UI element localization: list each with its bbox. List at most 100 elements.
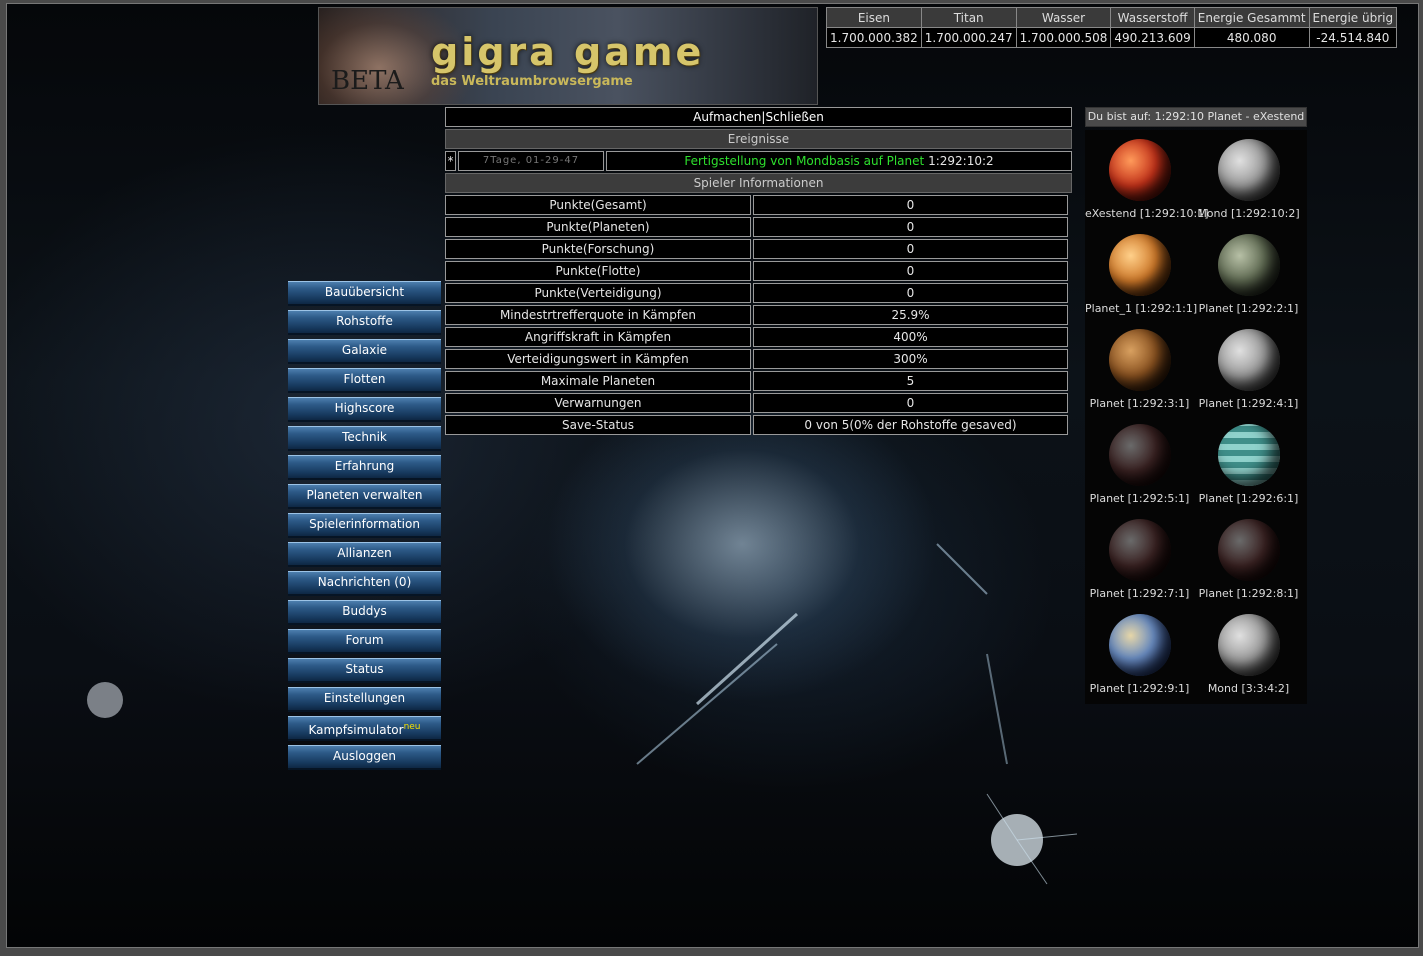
nav-item-nachrichten-0[interactable]: Nachrichten (0): [288, 571, 441, 596]
info-label: Verteidigungswert in Kämpfen: [445, 349, 751, 369]
nav-item-flotten[interactable]: Flotten: [288, 368, 441, 393]
planet-item[interactable]: Planet [1:292:2:1]: [1194, 229, 1303, 324]
nav-item-planeten-verwalten[interactable]: Planeten verwalten: [288, 484, 441, 509]
planet-panel: Du bist auf: 1:292:10 Planet - eXestend …: [1085, 107, 1307, 704]
event-message: Fertigstellung von Mondbasis auf Planet …: [606, 151, 1072, 171]
planet-label: Mond [1:292:10:2]: [1197, 207, 1300, 220]
nav-item-buddys[interactable]: Buddys: [288, 600, 441, 625]
planet-item[interactable]: Planet [1:292:5:1]: [1085, 419, 1194, 514]
nav-item-label: Status: [345, 662, 384, 676]
nav-item-highscore[interactable]: Highscore: [288, 397, 441, 422]
info-value: 0: [753, 283, 1068, 303]
nav-item-galaxie[interactable]: Galaxie: [288, 339, 441, 364]
nav-item-erfahrung[interactable]: Erfahrung: [288, 455, 441, 480]
info-label: Maximale Planeten: [445, 371, 751, 391]
player-info-header: Spieler Informationen: [445, 173, 1072, 193]
info-value: 300%: [753, 349, 1068, 369]
nav-item-spielerinformation[interactable]: Spielerinformation: [288, 513, 441, 538]
event-marker: *: [445, 151, 456, 171]
nav-item-label: Galaxie: [341, 343, 388, 357]
info-value: 0 von 5(0% der Rohstoffe gesaved): [753, 415, 1068, 435]
nav-item-rohstoffe[interactable]: Rohstoffe: [288, 310, 441, 335]
res-header-titan: Titan: [920, 7, 1017, 28]
open-events-link[interactable]: Aufmachen: [693, 110, 761, 124]
planet-label: Planet [1:292:3:1]: [1089, 397, 1190, 410]
nav-item-kampfsimulator[interactable]: Kampfsimulatorneu: [288, 716, 441, 741]
table-row: Save-Status 0 von 5(0% der Rohstoffe gesa…: [445, 415, 1068, 435]
current-location: Du bist auf: 1:292:10 Planet - eXestend: [1085, 107, 1307, 127]
res-value-wasserstoff: 490.213.609: [1110, 27, 1195, 48]
info-value: 400%: [753, 327, 1068, 347]
events-header: Ereignisse: [445, 129, 1072, 149]
planet-item[interactable]: eXestend [1:292:10:1]: [1085, 134, 1209, 229]
planet-icon: [1217, 424, 1280, 486]
planet-item[interactable]: Planet [1:292:6:1]: [1194, 419, 1303, 514]
table-row: Verwarnungen 0: [445, 393, 1068, 413]
events-toggle-bar: Aufmachen|Schließen: [445, 107, 1072, 127]
moon-icon: [1217, 139, 1280, 201]
nav-item-forum[interactable]: Forum: [288, 629, 441, 654]
nav-item-label: Bauübersicht: [324, 285, 405, 299]
info-value: 0: [753, 393, 1068, 413]
planet-item[interactable]: Mond [3:3:4:2]: [1194, 609, 1303, 704]
nav-item-bauübersicht[interactable]: Bauübersicht: [288, 281, 441, 306]
moon-icon: [1217, 329, 1280, 391]
info-value: 0: [753, 261, 1068, 281]
info-label: Mindestrtrefferquote in Kämpfen: [445, 305, 751, 325]
table-row: Verteidigungswert in Kämpfen 300%: [445, 349, 1068, 369]
res-value-energie-uebrig: -24.514.840: [1308, 27, 1398, 48]
planet-label: Planet [1:292:7:1]: [1089, 587, 1190, 600]
nav-item-status[interactable]: Status: [288, 658, 441, 683]
planet-label: Planet_1 [1:292:1:1]: [1085, 302, 1198, 315]
info-label: Save-Status: [445, 415, 751, 435]
planet-label: eXestend [1:292:10:1]: [1085, 207, 1209, 220]
nav-item-allianzen[interactable]: Allianzen: [288, 542, 441, 567]
info-label: Punkte(Gesamt): [445, 195, 751, 215]
close-events-link[interactable]: Schließen: [765, 110, 823, 124]
planet-icon: [1108, 139, 1171, 201]
planet-item[interactable]: Planet [1:292:4:1]: [1194, 324, 1303, 419]
nav-item-label: Erfahrung: [334, 459, 395, 473]
nav-item-label: Allianzen: [337, 546, 392, 560]
nav-item-technik[interactable]: Technik: [288, 426, 441, 451]
planet-label: Mond [3:3:4:2]: [1207, 682, 1290, 695]
event-row: * 7Tage, 01-29-47 Fertigstellung von Mon…: [445, 151, 1072, 171]
info-label: Punkte(Planeten): [445, 217, 751, 237]
nav-item-einstellungen[interactable]: Einstellungen: [288, 687, 441, 712]
info-label: Punkte(Flotte): [445, 261, 751, 281]
planet-item[interactable]: Planet [1:292:8:1]: [1194, 514, 1303, 609]
planet-item[interactable]: Mond [1:292:10:2]: [1194, 134, 1303, 229]
planet-item[interactable]: Planet_1 [1:292:1:1]: [1085, 229, 1198, 324]
planet-icon: [1108, 519, 1171, 581]
logo-title: gigra game: [431, 30, 705, 74]
nav-item-label: Nachrichten (0): [317, 575, 412, 589]
res-value-eisen: 1.700.000.382: [826, 27, 922, 48]
nav-item-label: Kampfsimulator: [308, 723, 404, 737]
planet-item[interactable]: Planet [1:292:7:1]: [1085, 514, 1194, 609]
logo-subtitle: das Weltraumbrowsergame: [431, 74, 633, 89]
info-value: 25.9%: [753, 305, 1068, 325]
nav-item-label: Flotten: [343, 372, 386, 386]
info-label: Punkte(Forschung): [445, 239, 751, 259]
nav-item-ausloggen[interactable]: Ausloggen: [288, 745, 441, 770]
main-navigation: Bauübersicht Rohstoffe Galaxie Flotten Highs…: [288, 281, 441, 774]
beta-badge: BETA: [331, 66, 404, 96]
nav-item-label: Highscore: [334, 401, 395, 415]
planet-grid: eXestend [1:292:10:1] Mond [1:292:10:2] Pl…: [1085, 130, 1307, 704]
info-label: Angriffskraft in Kämpfen: [445, 327, 751, 347]
planet-label: Planet [1:292:9:1]: [1089, 682, 1190, 695]
table-row: Mindestrtrefferquote in Kämpfen 25.9%: [445, 305, 1068, 325]
res-header-wasser: Wasser: [1015, 7, 1112, 28]
nav-item-label: Ausloggen: [333, 749, 396, 763]
nav-item-label: Einstellungen: [323, 691, 406, 705]
planet-item[interactable]: Planet [1:292:3:1]: [1085, 324, 1194, 419]
planet-label: Planet [1:292:6:1]: [1198, 492, 1299, 505]
info-value: 0: [753, 195, 1068, 215]
moon-icon: [1217, 614, 1280, 676]
planet-item[interactable]: Planet [1:292:9:1]: [1085, 609, 1194, 704]
res-header-energie-uebrig: Energie übrig: [1308, 7, 1398, 28]
res-header-eisen: Eisen: [826, 7, 922, 28]
planet-label: Planet [1:292:5:1]: [1089, 492, 1190, 505]
game-logo[interactable]: gigra game das Weltraumbrowsergame BETA: [318, 7, 818, 105]
info-label: Punkte(Verteidigung): [445, 283, 751, 303]
